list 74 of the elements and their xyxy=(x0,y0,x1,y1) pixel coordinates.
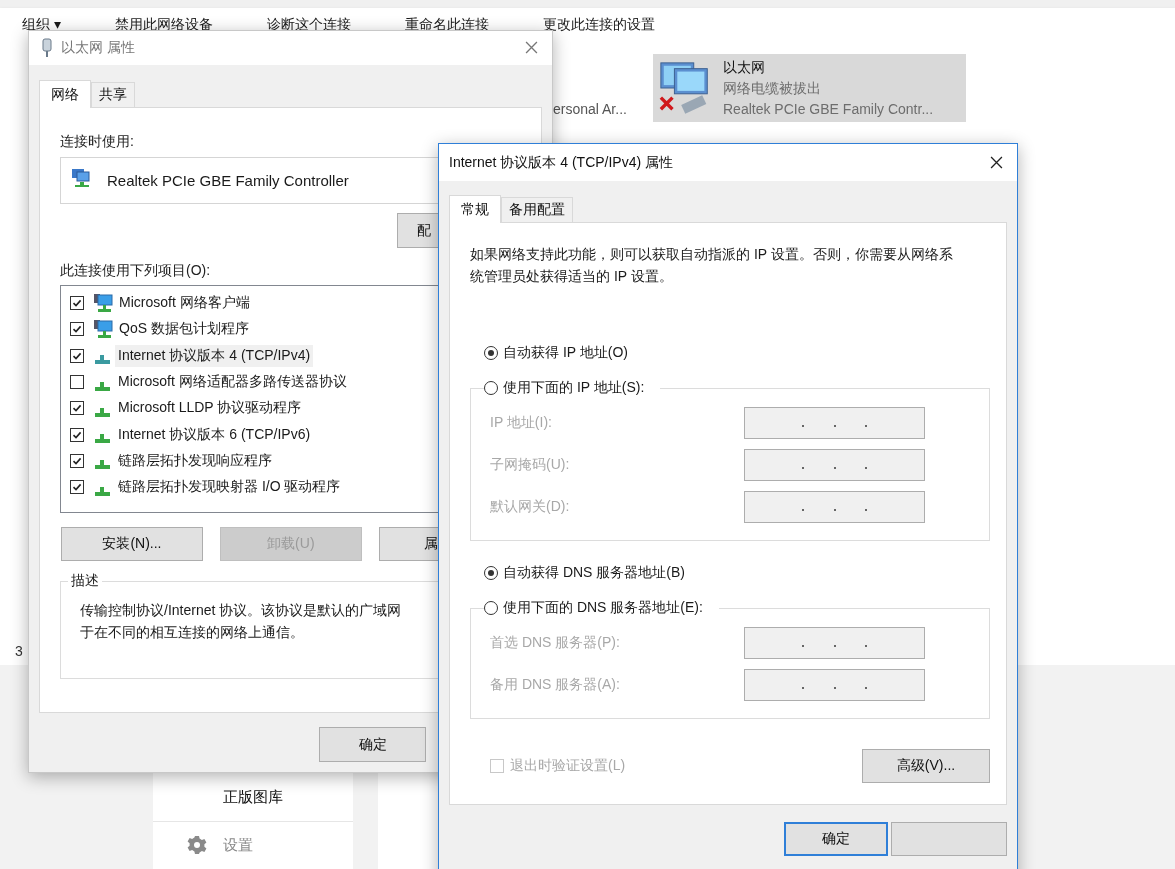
toolbar-button[interactable]: 组织 ▾ xyxy=(12,8,71,30)
toolbar-button[interactable]: 禁用此网络设备 xyxy=(104,8,223,30)
connection-name: 以太网 xyxy=(723,57,766,77)
checkbox-label: 退出时验证设置(L) xyxy=(510,757,626,775)
network-computer-icon xyxy=(93,319,113,340)
tab[interactable]: 网络 xyxy=(39,80,91,108)
close-icon[interactable] xyxy=(990,155,1003,169)
checkbox[interactable] xyxy=(70,453,84,468)
tab[interactable]: 备用配置 xyxy=(501,197,573,222)
window-title: 以太网 属性 xyxy=(61,39,135,57)
adapter-name: Realtek PCIe GBE Family Controller xyxy=(107,172,349,189)
protocol-icon xyxy=(95,434,110,444)
advanced-button[interactable]: 高级(V)... xyxy=(862,749,990,783)
radio-button[interactable] xyxy=(484,346,498,360)
protocol-icon xyxy=(95,460,110,470)
list-item[interactable]: QoS 数据包计划程序 xyxy=(116,318,252,341)
list-item[interactable]: Internet 协议版本 4 (TCP/IPv4) xyxy=(115,344,314,367)
field-label: 子网掩码(U): xyxy=(490,456,571,474)
radio-button[interactable] xyxy=(484,381,498,395)
checkbox[interactable] xyxy=(70,480,84,495)
connection-item[interactable]: 以太网 网络电缆被拔出 Realtek PCIe GBE Family Contr... xyxy=(653,54,966,122)
list-item[interactable]: 链路层拓扑发现映射器 I/O 驱动程序 xyxy=(115,476,344,499)
checkbox[interactable] xyxy=(70,375,84,390)
list-item[interactable]: 链路层拓扑发现响应程序 xyxy=(115,449,275,472)
field-label: 连接时使用: xyxy=(60,132,134,150)
protocol-icon xyxy=(95,355,110,365)
description-text: 传输控制协议/Internet 协议。该协议是默认的广域网 xyxy=(80,601,402,620)
ip-address-field[interactable] xyxy=(744,669,925,701)
checkbox[interactable] xyxy=(70,401,84,416)
ok-button[interactable]: 确定 xyxy=(319,727,426,762)
checkbox[interactable] xyxy=(70,427,84,442)
tab[interactable]: 共享 xyxy=(91,82,135,107)
list-item[interactable]: Internet 协议版本 6 (TCP/IPv6) xyxy=(115,423,314,446)
network-computer-icon xyxy=(93,293,113,314)
connection-label: ersonal Ar... xyxy=(553,101,627,117)
ip-address-field[interactable] xyxy=(744,407,925,439)
description-text: 如果网络支持此功能，则可以获取自动指派的 IP 设置。否则，你需要从网络系统管理员处获得适当的 IP 设置。 xyxy=(470,245,954,286)
connection-status: 网络电缆被拔出 xyxy=(723,78,822,98)
checkbox[interactable] xyxy=(70,296,84,311)
gear-icon xyxy=(187,835,207,856)
checkbox[interactable] xyxy=(70,348,84,363)
device-name: Realtek PCIe GBE Family Contr... xyxy=(723,99,934,119)
window-title: Internet 协议版本 4 (TCP/IPv4) 属性 xyxy=(449,153,674,172)
checkbox[interactable] xyxy=(70,322,84,337)
menu-item[interactable]: 正版图库 xyxy=(153,775,353,821)
radio-button[interactable] xyxy=(484,566,498,580)
list-item[interactable]: Microsoft LLDP 协议驱动程序 xyxy=(115,397,305,420)
network-adapter-icon xyxy=(71,167,91,188)
list-label: 此连接使用下列项目(O): xyxy=(60,261,211,279)
radio-option[interactable]: 自动获得 IP 地址(O) xyxy=(484,344,628,362)
field-label: 默认网关(D): xyxy=(490,498,571,516)
ip-address-field[interactable] xyxy=(744,627,925,659)
ip-address-field[interactable] xyxy=(744,491,925,523)
field-label: 首选 DNS 服务器(P): xyxy=(490,634,621,652)
menu-item[interactable]: 设置 xyxy=(153,820,353,869)
description-text: 于在不同的相互连接的网络上通信。 xyxy=(80,623,304,642)
list-item[interactable]: Microsoft 网络客户端 xyxy=(116,292,253,315)
group-label: 描述 xyxy=(68,572,102,590)
field-label: 备用 DNS 服务器(A): xyxy=(490,676,621,694)
list-item[interactable]: Microsoft 网络适配器多路传送器协议 xyxy=(115,371,350,394)
ok-button[interactable]: 确定 xyxy=(784,822,888,856)
item-count: 3 xyxy=(15,643,23,659)
radio-option[interactable]: 自动获得 DNS 服务器地址(B) xyxy=(484,564,685,582)
tab[interactable]: 常规 xyxy=(449,195,501,223)
protocol-icon xyxy=(95,381,110,391)
action-button[interactable]: 安装(N)... xyxy=(61,527,203,561)
radio-button[interactable] xyxy=(484,601,498,615)
plug-icon xyxy=(41,38,53,58)
radio-option[interactable]: 使用下面的 IP 地址(S): xyxy=(484,379,661,397)
radio-option[interactable]: 使用下面的 DNS 服务器地址(E): xyxy=(484,599,719,617)
protocol-icon xyxy=(95,407,110,417)
ip-address-field[interactable] xyxy=(744,449,925,481)
field-label: IP 地址(I): xyxy=(490,414,553,432)
protocol-icon xyxy=(95,486,110,496)
